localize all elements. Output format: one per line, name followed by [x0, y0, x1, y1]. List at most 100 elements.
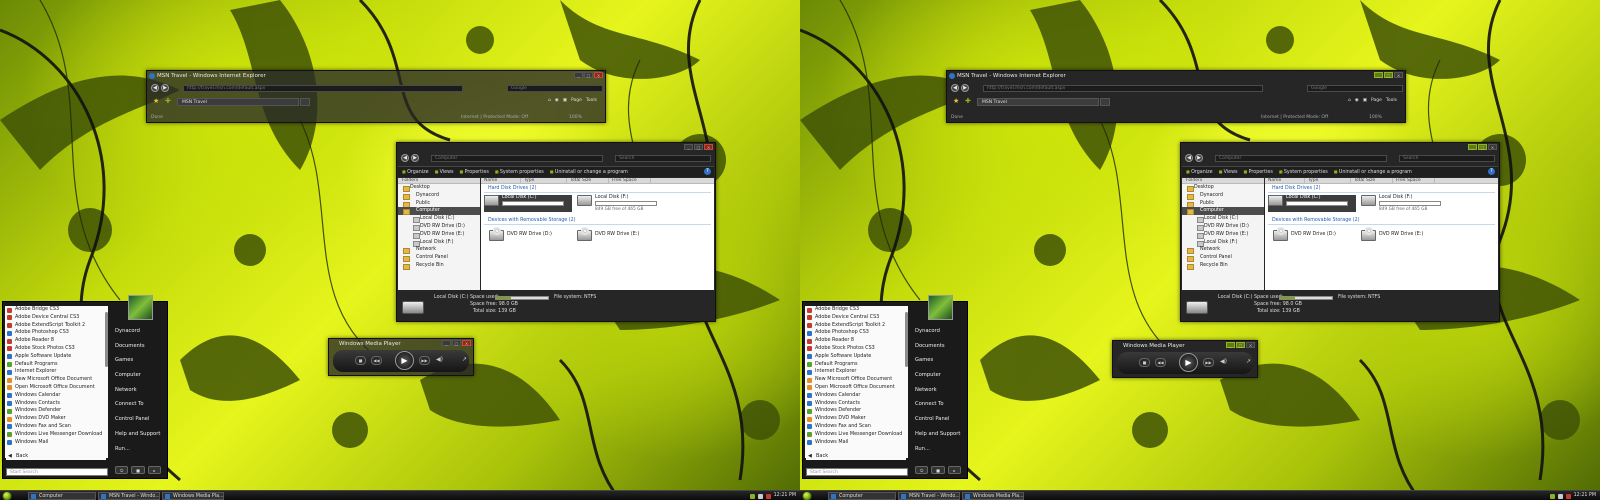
- program-item[interactable]: Windows DVD Maker: [5, 415, 108, 423]
- group-hard-disk-drives[interactable]: Hard Disk Drives (2): [1268, 184, 1495, 193]
- explorer-address-bar[interactable]: Computer: [1215, 155, 1387, 162]
- views-button[interactable]: Views: [1219, 169, 1238, 175]
- next-button[interactable]: ▶▶: [419, 356, 430, 365]
- new-tab-button[interactable]: [1100, 98, 1110, 106]
- volume-icon[interactable]: [757, 493, 763, 499]
- column-free-space[interactable]: Free Space: [1393, 178, 1435, 183]
- drive-e[interactable]: DVD RW Drive (E:): [577, 227, 657, 243]
- program-item[interactable]: Adobe Device Central CS3: [805, 314, 908, 322]
- forward-arrow-icon[interactable]: ▶: [161, 84, 169, 92]
- tree-public[interactable]: Public: [398, 200, 480, 208]
- close-button[interactable]: ×: [1488, 144, 1497, 150]
- properties-button[interactable]: Properties: [1244, 169, 1273, 175]
- minimize-button[interactable]: _: [574, 72, 583, 78]
- taskbar-item-ie[interactable]: MSN Travel - Windo...: [898, 492, 960, 500]
- program-item[interactable]: Apple Software Update: [5, 353, 108, 361]
- home-icon[interactable]: ⌂: [548, 98, 551, 103]
- ie-window[interactable]: MSN Travel - Windows Internet Explorer _…: [146, 70, 606, 123]
- tree-local-disk-f[interactable]: Local Disk (F:): [1182, 239, 1264, 247]
- program-item[interactable]: Windows Calendar: [805, 392, 908, 400]
- program-item[interactable]: Open Microsoft Office Document: [5, 384, 108, 392]
- program-item[interactable]: Windows Defender: [5, 407, 108, 415]
- play-button[interactable]: ▶: [395, 351, 414, 370]
- page-menu[interactable]: Page: [571, 98, 582, 103]
- program-item[interactable]: New Microsoft Office Document: [5, 376, 108, 384]
- explorer-address-bar[interactable]: Computer: [431, 155, 603, 162]
- back-arrow-icon[interactable]: ◀: [401, 154, 409, 162]
- minimize-button[interactable]: _: [684, 144, 693, 150]
- tree-network[interactable]: Network: [398, 246, 480, 255]
- column-total-size[interactable]: Total Size: [567, 178, 609, 183]
- maximize-button[interactable]: □: [452, 340, 461, 346]
- group-removable-storage[interactable]: Devices with Removable Storage (2): [1268, 216, 1495, 225]
- tree-recycle-bin[interactable]: Recycle Bin: [1182, 262, 1264, 270]
- organize-button[interactable]: Organize: [402, 169, 429, 175]
- maximize-button[interactable]: □: [1236, 342, 1245, 348]
- tab-msn-travel[interactable]: MSN Travel: [977, 98, 1099, 106]
- uninstall-program-button[interactable]: Uninstall or change a program: [550, 169, 628, 175]
- back-arrow-icon[interactable]: ◀: [1185, 154, 1193, 162]
- place-run[interactable]: Run...: [913, 442, 965, 457]
- tools-menu[interactable]: Tools: [586, 98, 597, 103]
- program-item[interactable]: Default Programs: [5, 361, 108, 369]
- drive-f[interactable]: Local Disk (F:) 849 GB free of 465 GB: [577, 195, 667, 212]
- start-orb-button[interactable]: [2, 491, 12, 500]
- program-item[interactable]: Default Programs: [805, 361, 908, 369]
- maximize-button[interactable]: □: [1478, 144, 1487, 150]
- tree-network[interactable]: Network: [1182, 246, 1264, 255]
- program-item[interactable]: Windows Fax and Scan: [805, 423, 908, 431]
- taskbar-item-computer[interactable]: Computer: [28, 492, 96, 500]
- explorer-search-box[interactable]: Search: [1399, 155, 1495, 162]
- column-type[interactable]: Type: [1305, 178, 1351, 183]
- forward-arrow-icon[interactable]: ▶: [411, 154, 419, 162]
- close-button[interactable]: ×: [704, 144, 713, 150]
- place-control-panel[interactable]: Control Panel: [913, 412, 965, 427]
- close-button[interactable]: ×: [1246, 342, 1255, 348]
- system-properties-button[interactable]: System properties: [495, 169, 544, 175]
- new-tab-button[interactable]: [300, 98, 310, 106]
- add-favorite-icon[interactable]: ✚: [165, 97, 171, 105]
- wmp-titlebar[interactable]: Windows Media Player _ □ ×: [329, 339, 473, 349]
- help-icon[interactable]: ?: [704, 168, 711, 175]
- forward-arrow-icon[interactable]: ▶: [961, 84, 969, 92]
- place-dynacord[interactable]: Dynacord: [113, 324, 165, 339]
- tree-computer[interactable]: Computer: [398, 207, 480, 216]
- explorer-titlebar[interactable]: _ □ ×: [1181, 143, 1499, 153]
- program-item[interactable]: Open Microsoft Office Document: [805, 384, 908, 392]
- tree-desktop[interactable]: Desktop: [1182, 184, 1264, 192]
- explorer-titlebar[interactable]: _ □ ×: [397, 143, 715, 153]
- start-orb-button[interactable]: [802, 491, 812, 500]
- column-name[interactable]: Name: [1265, 178, 1305, 183]
- program-item[interactable]: Windows Fax and Scan: [5, 423, 108, 431]
- feeds-icon[interactable]: ◉: [1355, 98, 1359, 103]
- place-computer[interactable]: Computer: [913, 368, 965, 383]
- security-icon[interactable]: [1565, 493, 1571, 499]
- tree-local-disk-c[interactable]: Local Disk (C:): [1182, 215, 1264, 223]
- drive-d[interactable]: DVD RW Drive (D:): [1273, 227, 1353, 243]
- close-button[interactable]: ×: [1394, 72, 1403, 78]
- place-network[interactable]: Network: [113, 383, 165, 398]
- zoom-level[interactable]: 100%: [1369, 114, 1382, 121]
- chevron-right-icon[interactable]: ▸: [947, 466, 961, 474]
- programs-scrollbar[interactable]: [105, 312, 108, 367]
- program-item[interactable]: Adobe Reader 8: [805, 337, 908, 345]
- organize-button[interactable]: Organize: [1186, 169, 1213, 175]
- tree-desktop[interactable]: Desktop: [398, 184, 480, 192]
- tools-menu[interactable]: Tools: [1386, 98, 1397, 103]
- next-button[interactable]: ▶▶: [1203, 358, 1214, 367]
- program-item[interactable]: Windows Live Messenger Download: [5, 431, 108, 439]
- volume-icon[interactable]: ◀): [436, 356, 443, 363]
- program-item[interactable]: Adobe Device Central CS3: [5, 314, 108, 322]
- program-item[interactable]: Internet Explorer: [5, 368, 108, 376]
- tab-msn-travel[interactable]: MSN Travel: [177, 98, 299, 106]
- properties-button[interactable]: Properties: [460, 169, 489, 175]
- place-network[interactable]: Network: [913, 383, 965, 398]
- tree-recycle-bin[interactable]: Recycle Bin: [398, 262, 480, 270]
- explorer-search-box[interactable]: Search: [615, 155, 711, 162]
- place-connect-to[interactable]: Connect To: [113, 397, 165, 412]
- program-item[interactable]: New Microsoft Office Document: [805, 376, 908, 384]
- place-connect-to[interactable]: Connect To: [913, 397, 965, 412]
- maximize-button[interactable]: □: [1384, 72, 1393, 78]
- tree-dynacord[interactable]: Dynacord: [398, 192, 480, 200]
- explorer-window[interactable]: _ □ × ◀ ▶ Computer Search Organize Views…: [1180, 142, 1500, 322]
